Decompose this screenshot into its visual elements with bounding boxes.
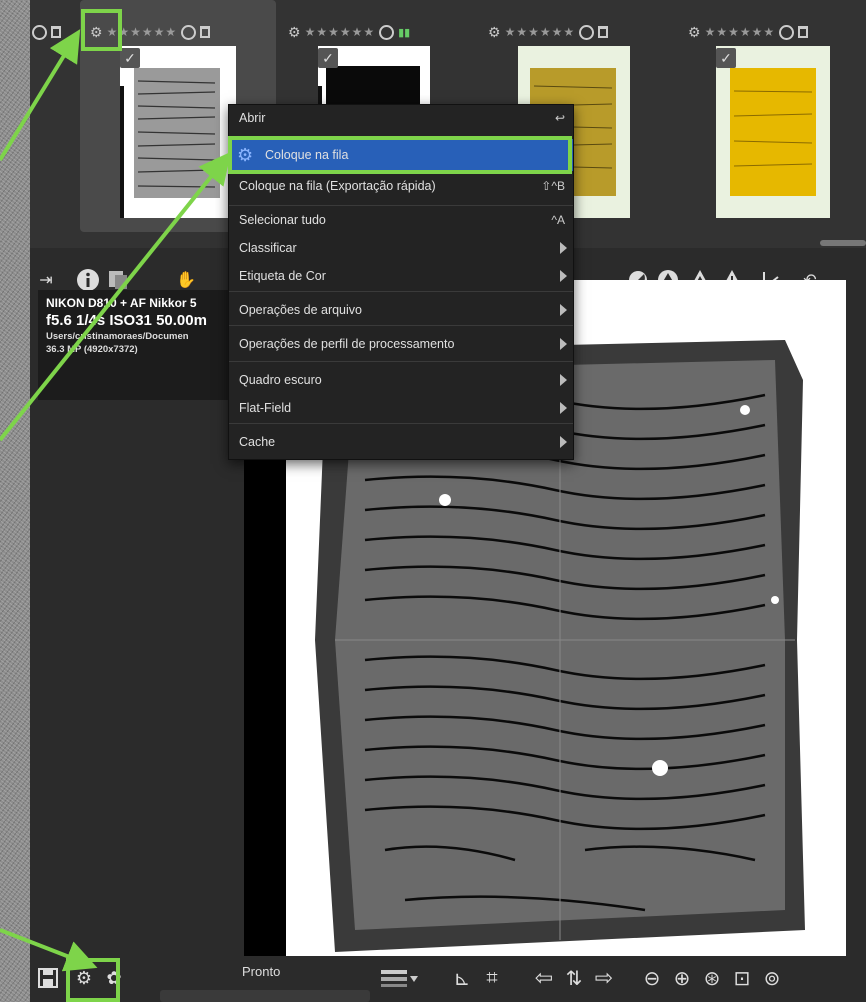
straighten-tool-icon[interactable]: ⊾	[448, 964, 476, 992]
checkmark-icon[interactable]: ✓	[716, 48, 736, 68]
menu-item-cache[interactable]: Cache	[229, 431, 573, 453]
file-path: Users/cristinamoraes/Documen	[46, 331, 189, 342]
trash-icon[interactable]	[200, 26, 211, 38]
save-icon[interactable]	[34, 964, 62, 992]
reject-icon[interactable]	[579, 24, 595, 40]
zoom-out-icon[interactable]: ⊖	[638, 964, 666, 992]
menu-item-profile-operations[interactable]: Operações de perfil de processamento	[229, 333, 573, 355]
submenu-arrow-icon	[560, 242, 567, 254]
crop-tool-icon[interactable]: ⌗	[478, 964, 506, 992]
exposure-info: f5.6 1/4s ISO31 50.00m	[46, 312, 207, 329]
rating-stars[interactable]: ★★★★★★	[505, 25, 576, 39]
checkmark-icon[interactable]: ✓	[318, 48, 338, 68]
checkmark-icon[interactable]: ✓	[120, 48, 140, 68]
previous-image-icon[interactable]: ⇦	[530, 964, 558, 992]
menu-separator	[229, 205, 573, 206]
submenu-arrow-icon	[560, 402, 567, 414]
menu-item-rank[interactable]: Classificar	[229, 237, 573, 259]
zoom-crop-icon[interactable]: ⊡	[728, 964, 756, 992]
menu-item-color-label[interactable]: Etiqueta de Cor	[229, 265, 573, 287]
reject-icon[interactable]	[181, 24, 197, 40]
submenu-arrow-icon	[560, 270, 567, 282]
histogram-icon: ▮▮	[398, 26, 411, 39]
submenu-arrow-icon	[560, 436, 567, 448]
rating-stars[interactable]: ★★★★★★	[705, 25, 776, 39]
bottom-toolbar: ⚙ ✿ ⊾ ⌗ ⇦ ⇅ ⇨ ⊖ ⊕ ⊛ ⊡ ⊚	[30, 956, 866, 1002]
trash-icon[interactable]	[798, 26, 809, 38]
menu-item-label: Coloque na fila (Exportação rápida)	[239, 179, 436, 193]
image-size: 36.3 MP (4920x7372)	[46, 344, 138, 355]
queue-gear-icon[interactable]: ⚙	[688, 24, 701, 41]
submenu-arrow-icon	[560, 338, 567, 350]
annotation-box-thumbnail-gear	[81, 9, 122, 51]
reject-icon[interactable]	[779, 24, 795, 40]
thumbnail-image	[716, 46, 830, 218]
menu-separator	[229, 423, 573, 424]
queue-gear-icon[interactable]: ⚙	[488, 24, 501, 41]
annotation-box-menu-item	[228, 136, 572, 174]
zoom-in-icon[interactable]: ⊕	[668, 964, 696, 992]
image-info-panel: NIKON D810 + AF Nikkor 5 f5.6 1/4s ISO31…	[38, 290, 228, 400]
menu-item-open[interactable]: Abrir ↩	[229, 107, 573, 129]
menu-item-label: Classificar	[239, 241, 297, 255]
filmstrip-scrollbar[interactable]	[820, 240, 866, 246]
thumb-toolbar-partial	[32, 22, 61, 42]
trash-icon[interactable]	[51, 26, 61, 38]
thumbnail-4[interactable]: ⚙ ★★★★★★ ✓	[688, 0, 866, 232]
submenu-arrow-icon	[560, 374, 567, 386]
menu-separator	[229, 291, 573, 292]
menu-item-label: Operações de arquivo	[239, 303, 362, 317]
menu-item-shortcut: ^A	[551, 213, 565, 227]
queue-gear-icon[interactable]: ⚙	[288, 24, 301, 41]
menu-item-file-operations[interactable]: Operações de arquivo	[229, 299, 573, 321]
menu-item-label: Operações de perfil de processamento	[239, 337, 455, 351]
reject-icon[interactable]	[32, 24, 47, 40]
menu-separator	[229, 325, 573, 326]
menu-item-label: Etiqueta de Cor	[239, 269, 326, 283]
submenu-arrow-icon	[560, 304, 567, 316]
zoom-100-icon[interactable]: ⊚	[758, 964, 786, 992]
camera-info: NIKON D810 + AF Nikkor 5	[46, 296, 197, 310]
menu-item-shortcut: ⇧^B	[541, 179, 565, 193]
menu-separator	[229, 361, 573, 362]
next-image-icon[interactable]: ⇨	[590, 964, 618, 992]
menu-item-queue-fast-export[interactable]: Coloque na fila (Exportação rápida) ⇧^B	[229, 175, 573, 197]
reject-icon[interactable]	[379, 24, 395, 40]
rating-stars[interactable]: ★★★★★★	[305, 25, 376, 39]
menu-item-label: Selecionar tudo	[239, 213, 326, 227]
sync-icon[interactable]: ⇅	[560, 964, 588, 992]
status-text: Pronto	[242, 964, 281, 979]
menu-item-label: Cache	[239, 435, 276, 449]
histogram-dropdown-icon[interactable]	[380, 964, 420, 992]
menu-item-dark-frame[interactable]: Quadro escuro	[229, 369, 573, 391]
menu-item-flat-field[interactable]: Flat-Field	[229, 397, 573, 419]
document-thumbnail-bright-yellow	[730, 68, 816, 196]
trash-icon[interactable]	[598, 26, 609, 38]
menu-item-select-all[interactable]: Selecionar tudo ^A	[229, 209, 573, 231]
menu-item-label: Flat-Field	[239, 401, 292, 415]
menu-item-shortcut: ↩	[554, 111, 565, 125]
document-thumbnail-gray	[120, 68, 220, 218]
progress-bar	[160, 990, 370, 1002]
thumbnail-image	[120, 46, 236, 218]
zoom-fit-icon[interactable]: ⊛	[698, 964, 726, 992]
menu-item-label: Abrir	[239, 111, 266, 125]
annotation-box-bottom-gear	[66, 958, 120, 1002]
menu-item-label: Quadro escuro	[239, 373, 322, 387]
